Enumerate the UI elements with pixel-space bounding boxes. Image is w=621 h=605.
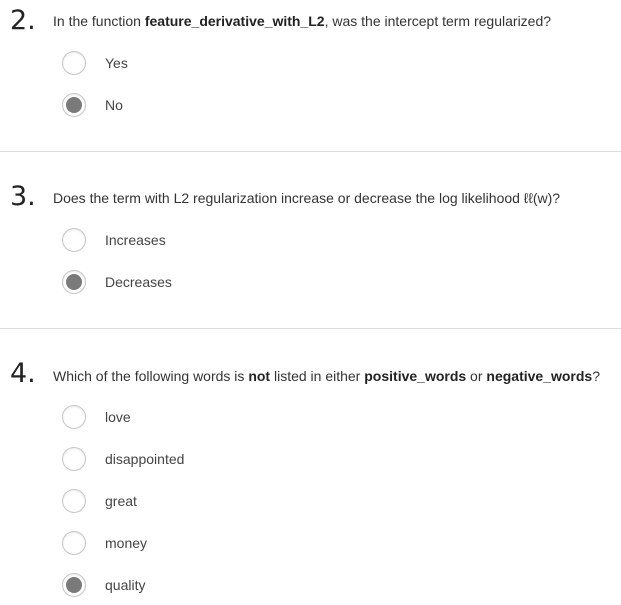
question-text-emphasis: negative_words [486, 368, 593, 384]
question-text-part: ? [592, 368, 601, 384]
answer-option-label: money [105, 535, 148, 551]
answer-option-label: great [105, 493, 137, 509]
answer-option-label: Decreases [105, 274, 172, 290]
radio-button-unselected[interactable] [62, 447, 86, 471]
question-text-part: or [466, 368, 487, 384]
answer-option-quality[interactable]: quality [62, 573, 462, 599]
question-number: 3. [10, 181, 36, 212]
answer-option-increases[interactable]: Increases [62, 228, 462, 254]
section-divider [0, 328, 621, 329]
answer-option-money[interactable]: money [62, 531, 462, 557]
answer-option-label: disappointed [105, 451, 185, 467]
section-divider [0, 151, 621, 152]
radio-button-selected[interactable] [62, 270, 86, 294]
question-text-part: listed in either [270, 368, 365, 384]
answer-option-love[interactable]: love [62, 405, 462, 431]
question-text-emphasis: not [248, 368, 271, 384]
answer-option-great[interactable]: great [62, 489, 462, 515]
question-text-part: Which of the following words is [53, 368, 249, 384]
question-number: 2. [10, 5, 36, 36]
radio-button-selected[interactable] [62, 573, 86, 597]
answer-option-label: love [105, 409, 131, 425]
answer-option-label: No [105, 97, 123, 113]
question-text: In the function feature_derivative_with_… [53, 12, 551, 30]
answer-option-label: Yes [105, 55, 128, 71]
question-text: Which of the following words is not list… [53, 367, 600, 385]
radio-button-unselected[interactable] [62, 51, 86, 75]
question-number: 4. [10, 358, 36, 389]
answer-option-label: quality [105, 577, 146, 593]
radio-button-unselected[interactable] [62, 228, 86, 252]
answer-option-no[interactable]: No [62, 93, 462, 119]
answer-option-yes[interactable]: Yes [62, 51, 462, 77]
radio-button-unselected[interactable] [62, 489, 86, 513]
question-text-emphasis: positive_words [364, 368, 467, 384]
radio-button-selected[interactable] [62, 93, 86, 117]
answer-option-decreases[interactable]: Decreases [62, 270, 462, 296]
answer-option-label: Increases [105, 232, 166, 248]
answer-option-disappointed[interactable]: disappointed [62, 447, 462, 473]
question-text-part: In the function [53, 13, 145, 29]
radio-button-unselected[interactable] [62, 531, 86, 555]
question-text: Does the term with L2 regularization inc… [53, 189, 560, 207]
radio-button-unselected[interactable] [62, 405, 86, 429]
question-text-part: , was the intercept term regularized? [324, 13, 552, 29]
question-text-part: Does the term with L2 regularization inc… [53, 190, 561, 206]
question-text-emphasis: feature_derivative_with_L2 [144, 13, 325, 29]
